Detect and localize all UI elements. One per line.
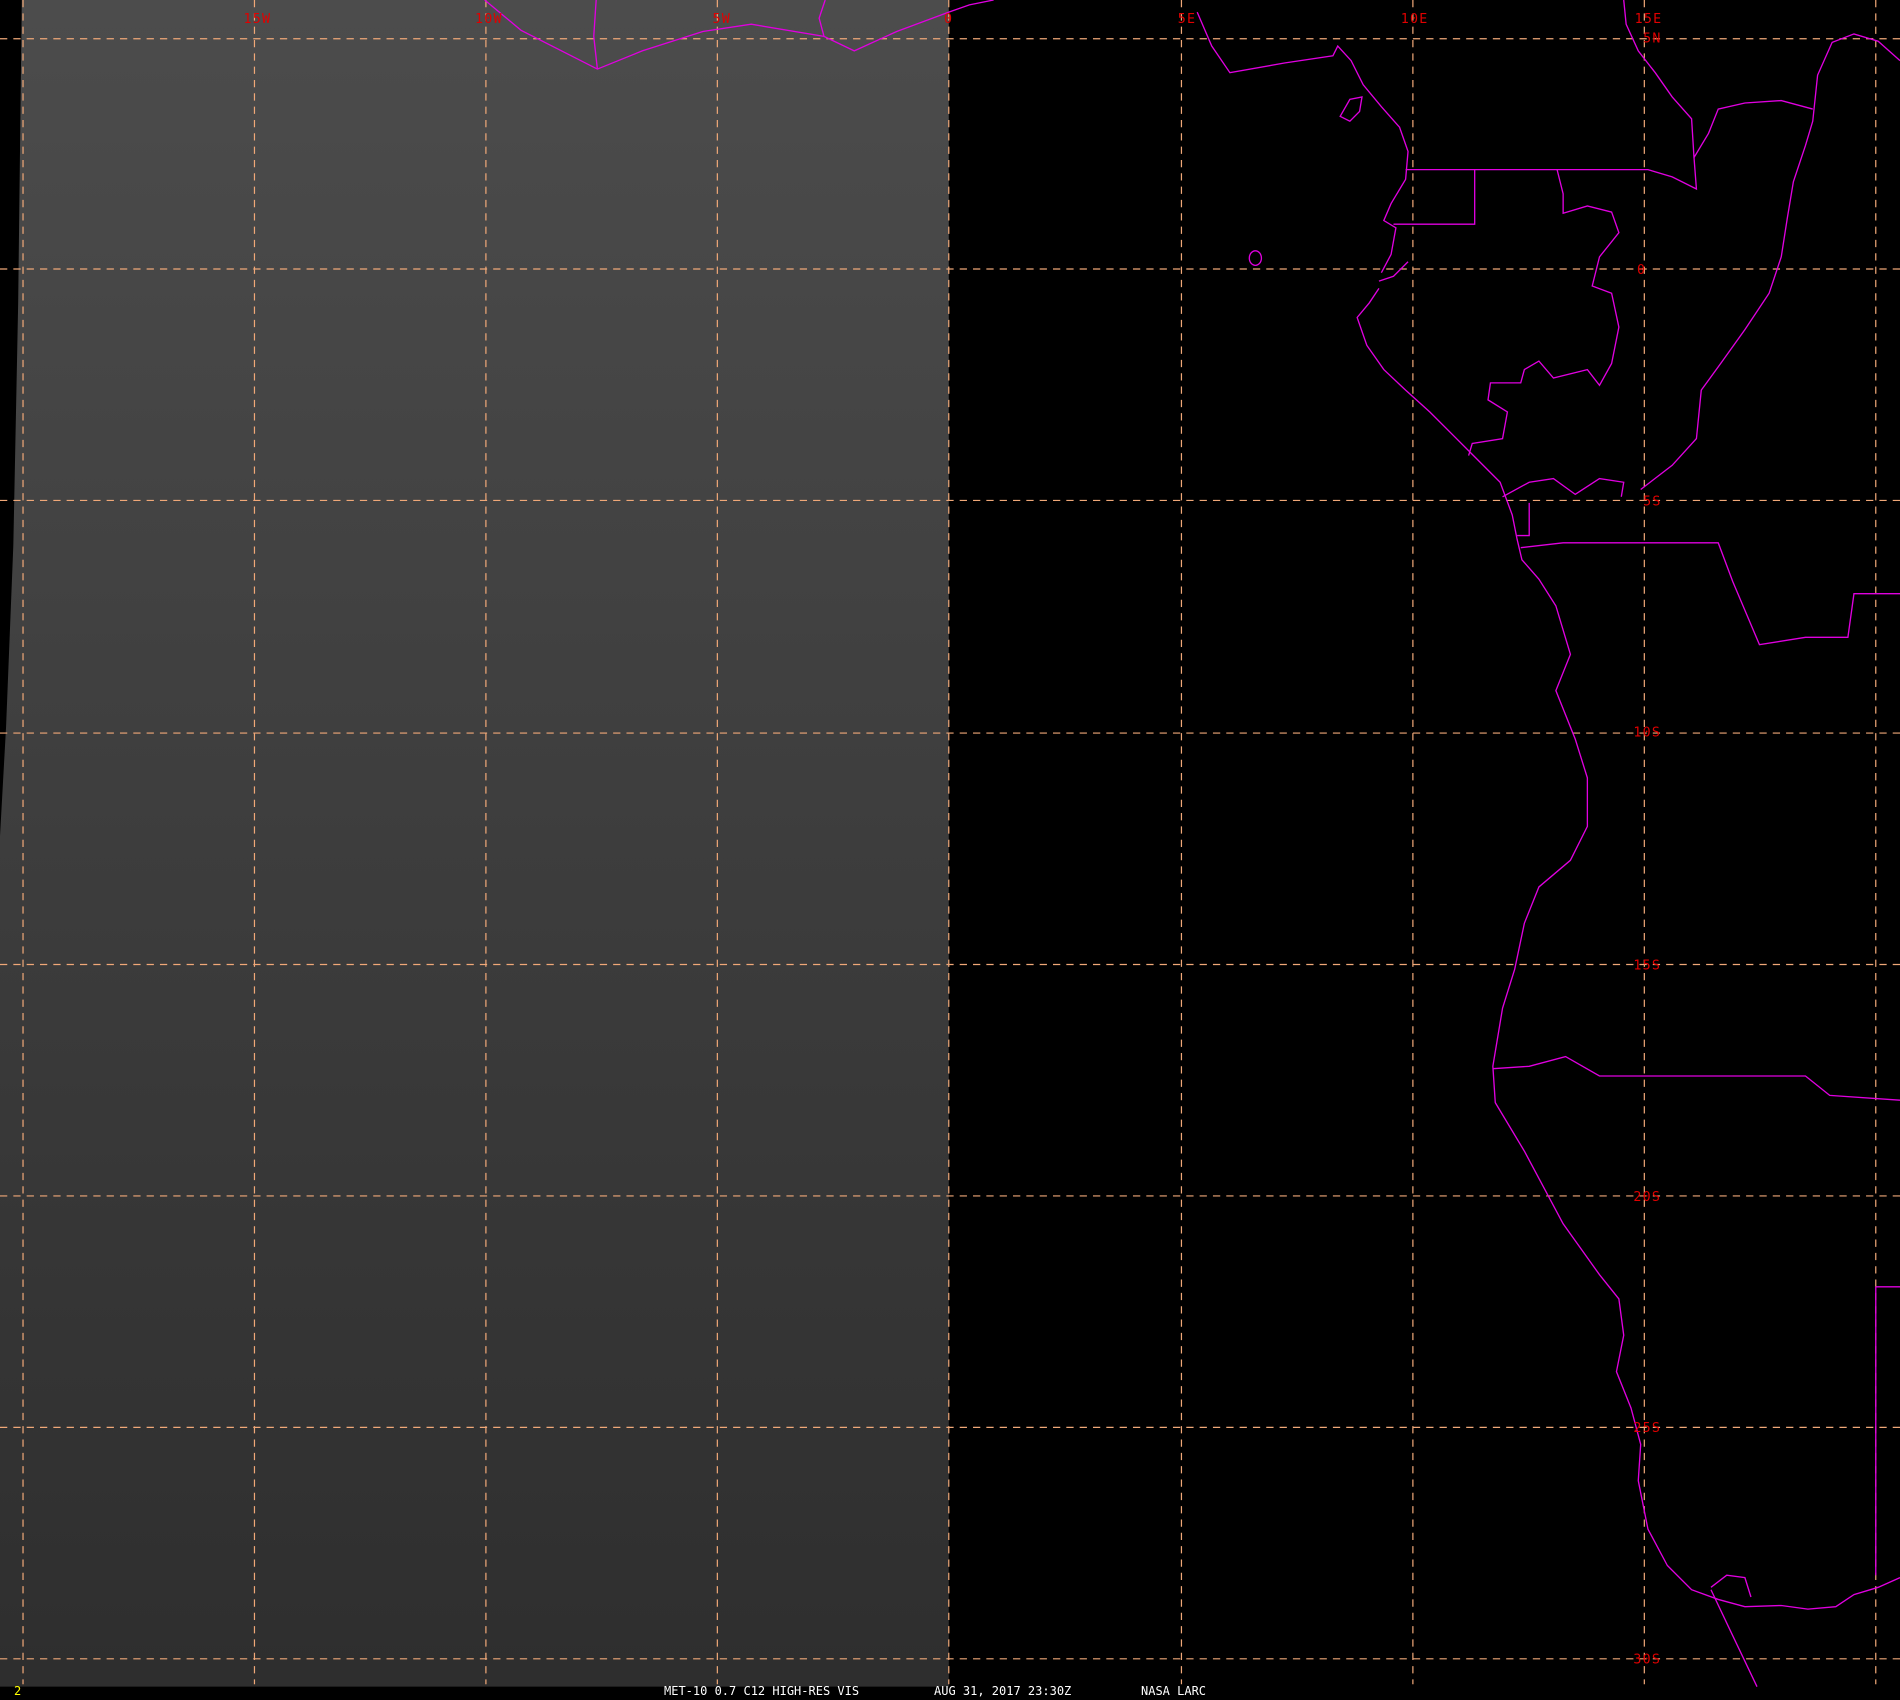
lon-label-10w: 10W bbox=[475, 12, 503, 27]
lon-label-0: 0 bbox=[944, 12, 953, 27]
cabinda-border bbox=[1502, 477, 1625, 537]
lat-label-5n: 5N bbox=[1643, 31, 1661, 46]
angola-namibia-border bbox=[1492, 1055, 1900, 1101]
satellite-map: 15W 10W 5W 0 5E 10E 15E 5N 0 5S 10S 15S … bbox=[0, 0, 1900, 1687]
orange-river bbox=[1710, 1574, 1758, 1687]
nigeria-coast bbox=[1196, 11, 1409, 282]
frame-number: 2 bbox=[14, 1684, 22, 1698]
car-border bbox=[1557, 99, 1813, 191]
angola-drc-border bbox=[1520, 542, 1900, 646]
namibia-botswana-border bbox=[1875, 1286, 1900, 1576]
lat-label-30s: 30S bbox=[1633, 1653, 1661, 1668]
lon-label-5e: 5E bbox=[1178, 12, 1196, 27]
gabon-congo-border bbox=[1467, 168, 1620, 456]
status-footer: 2 MET-10 0.7 C12 HIGH-RES VIS AUG 31, 20… bbox=[0, 1684, 1900, 1700]
lon-label-5w: 5W bbox=[713, 12, 731, 27]
lon-label-15w: 15W bbox=[244, 12, 272, 27]
lat-label-5s: 5S bbox=[1643, 494, 1661, 509]
visible-imagery-region bbox=[0, 0, 949, 1687]
latitude-labels: 5N 0 5S 10S 15S 20S 25S 30S bbox=[1633, 31, 1661, 1668]
sao-tome-island bbox=[1248, 250, 1263, 267]
lat-label-0: 0 bbox=[1637, 263, 1646, 278]
bioko-island bbox=[1339, 96, 1363, 122]
atlantic-coast bbox=[1356, 288, 1900, 1610]
lat-label-10s: 10S bbox=[1633, 726, 1661, 741]
lat-label-25s: 25S bbox=[1633, 1421, 1661, 1436]
lat-label-20s: 20S bbox=[1633, 1190, 1661, 1205]
datetime-label: AUG 31, 2017 23:30Z bbox=[934, 1684, 1072, 1698]
lat-label-15s: 15S bbox=[1633, 958, 1661, 973]
congo-river bbox=[1640, 33, 1900, 491]
lon-label-15e: 15E bbox=[1635, 12, 1663, 27]
source-label: NASA LARC bbox=[1141, 1684, 1207, 1698]
product-label: MET-10 0.7 C12 HIGH-RES VIS bbox=[664, 1684, 860, 1698]
lon-label-10e: 10E bbox=[1401, 12, 1429, 27]
